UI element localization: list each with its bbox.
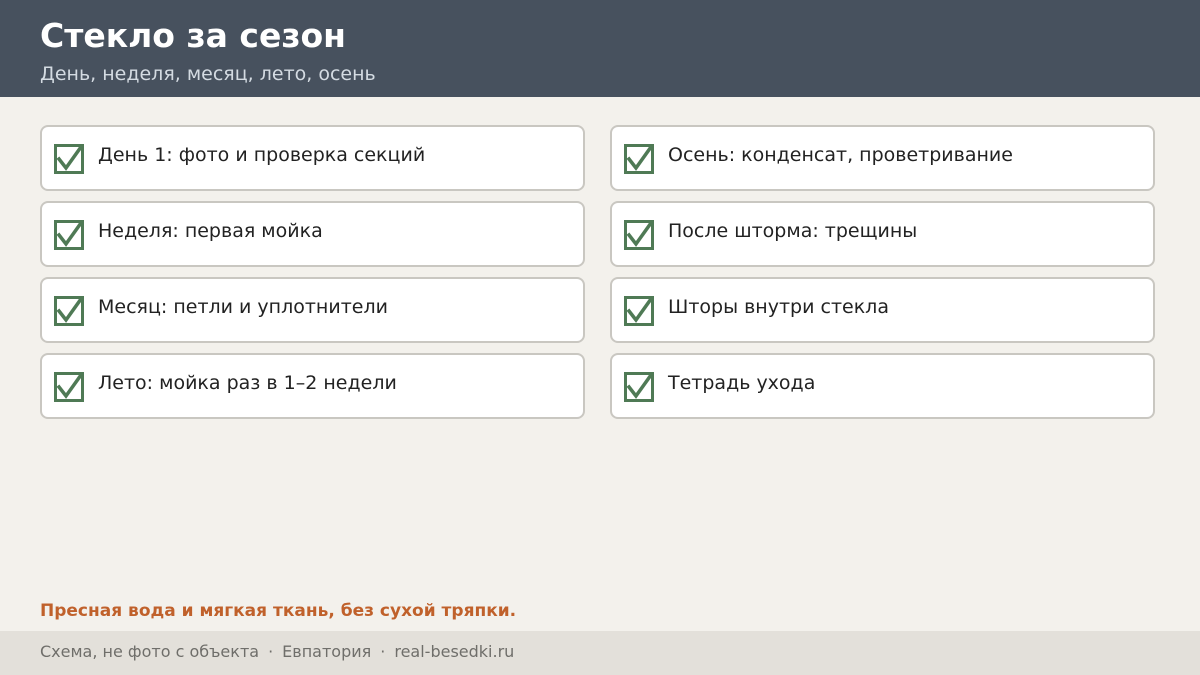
checklist-item-label: Тетрадь ухода xyxy=(668,372,816,394)
checklist-item: День 1: фото и проверка секций xyxy=(40,125,585,191)
footer-separator: · xyxy=(268,642,274,661)
checklist-item-label: Осень: конденсат, проветривание xyxy=(668,144,1013,166)
footer-location: Евпатория xyxy=(282,642,372,661)
checklist-item-label: Месяц: петли и уплотнители xyxy=(98,296,388,318)
checklist-item: Тетрадь ухода xyxy=(610,353,1155,419)
page-title: Стекло за сезон xyxy=(40,16,346,55)
checkbox-checked-icon[interactable] xyxy=(624,296,654,326)
footer-separator: · xyxy=(380,642,386,661)
checklist-item-label: День 1: фото и проверка секций xyxy=(98,144,426,166)
checklist-item: Неделя: первая мойка xyxy=(40,201,585,267)
checklist-item-label: После шторма: трещины xyxy=(668,220,918,242)
footer-disclaimer: Схема, не фото с объекта xyxy=(40,642,260,661)
checklist-item-label: Шторы внутри стекла xyxy=(668,296,889,318)
checkbox-checked-icon[interactable] xyxy=(624,220,654,250)
care-note: Пресная вода и мягкая ткань, без сухой т… xyxy=(40,601,517,621)
checklist-item: После шторма: трещины xyxy=(610,201,1155,267)
checkbox-checked-icon[interactable] xyxy=(624,144,654,174)
checklist-item-label: Неделя: первая мойка xyxy=(98,220,323,242)
checkbox-checked-icon[interactable] xyxy=(54,296,84,326)
checklist-item: Шторы внутри стекла xyxy=(610,277,1155,343)
checklist-item-label: Лето: мойка раз в 1–2 недели xyxy=(98,372,397,394)
page-subtitle: День, неделя, месяц, лето, осень xyxy=(40,63,376,85)
header: Стекло за сезон День, неделя, месяц, лет… xyxy=(0,0,1200,97)
footer-credits: Схема, не фото с объекта · Евпатория · real-… xyxy=(40,641,514,663)
checkbox-checked-icon[interactable] xyxy=(624,372,654,402)
footer: Схема, не фото с объекта · Евпатория · real-… xyxy=(0,631,1200,675)
checklist-item: Лето: мойка раз в 1–2 недели xyxy=(40,353,585,419)
footer-website: real-besedki.ru xyxy=(394,642,515,661)
checkbox-checked-icon[interactable] xyxy=(54,144,84,174)
checklist-item: Осень: конденсат, проветривание xyxy=(610,125,1155,191)
checkbox-checked-icon[interactable] xyxy=(54,372,84,402)
checklist-item: Месяц: петли и уплотнители xyxy=(40,277,585,343)
checkbox-checked-icon[interactable] xyxy=(54,220,84,250)
